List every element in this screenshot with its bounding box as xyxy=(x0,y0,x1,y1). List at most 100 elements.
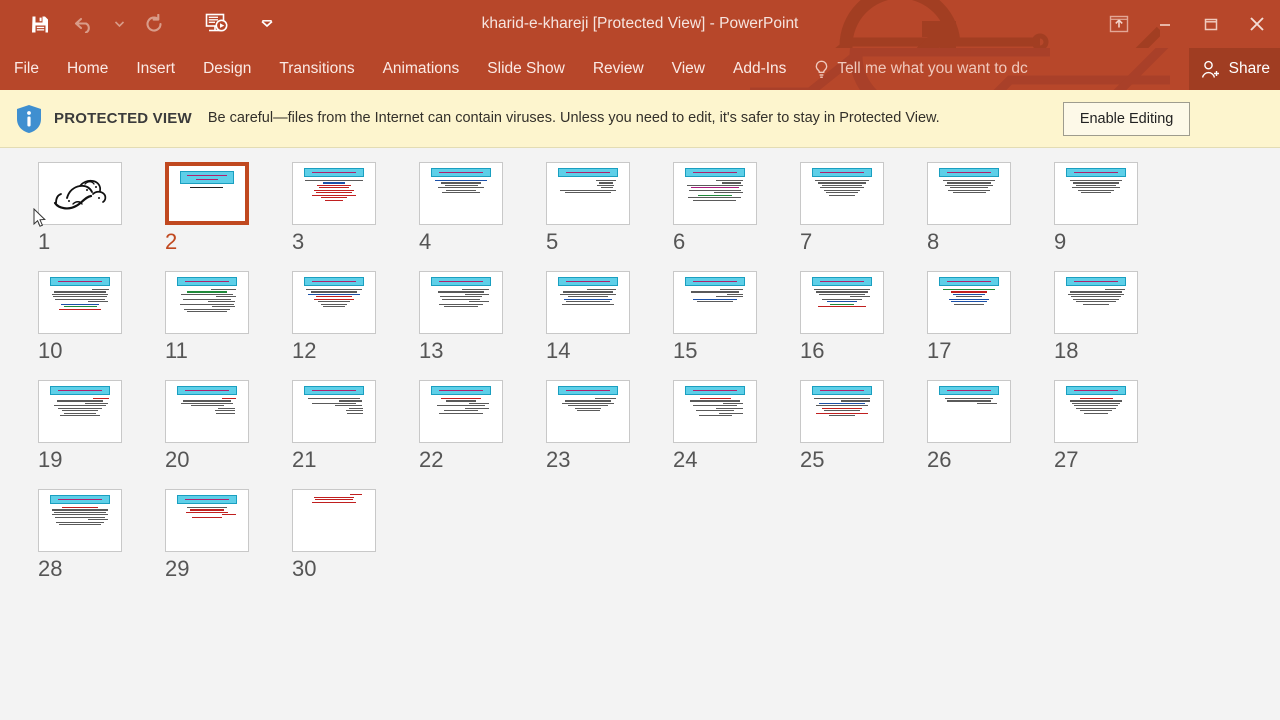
tab-add-ins[interactable]: Add-Ins xyxy=(719,48,800,90)
slide-number-label: 21 xyxy=(292,447,317,472)
slide-thumbnail-cell[interactable]: 3 xyxy=(276,162,403,253)
start-slideshow-button[interactable] xyxy=(194,7,238,41)
slide-thumbnail-cell[interactable]: 11 xyxy=(149,271,276,362)
slide-thumbnail-28[interactable] xyxy=(38,489,122,552)
slide-thumbnail-cell[interactable]: 16 xyxy=(784,271,911,362)
slide-thumbnail-6[interactable] xyxy=(673,162,757,225)
slide-thumbnail-4[interactable] xyxy=(419,162,503,225)
slide-thumbnail-cell[interactable]: 22 xyxy=(403,380,530,471)
slide-thumbnail-8[interactable] xyxy=(927,162,1011,225)
slide-thumbnail-10[interactable] xyxy=(38,271,122,334)
slide-thumbnail-cell[interactable]: 18 xyxy=(1038,271,1165,362)
slide-thumbnail-3[interactable] xyxy=(292,162,376,225)
slide-thumbnail-cell[interactable]: 29 xyxy=(149,489,276,580)
slide-thumbnail-cell[interactable]: 2 xyxy=(149,162,276,253)
slide-thumbnail-cell[interactable]: 13 xyxy=(403,271,530,362)
slide-thumbnail-30[interactable] xyxy=(292,489,376,552)
slide-thumbnail-cell[interactable]: 19 xyxy=(22,380,149,471)
slide-thumbnail-cell[interactable]: 6 xyxy=(657,162,784,253)
slide-number-label: 10 xyxy=(38,338,63,363)
slide-thumbnail-27[interactable] xyxy=(1054,380,1138,443)
slide-thumbnail-cell[interactable]: 14 xyxy=(530,271,657,362)
close-button[interactable] xyxy=(1234,0,1280,48)
slide-thumbnail-11[interactable] xyxy=(165,271,249,334)
slide-preview xyxy=(800,271,884,334)
slide-thumbnail-5[interactable] xyxy=(546,162,630,225)
tab-slide-show[interactable]: Slide Show xyxy=(473,48,579,90)
slide-thumbnail-cell[interactable]: 21 xyxy=(276,380,403,471)
slide-text-line xyxy=(210,289,237,291)
slide-thumbnail-cell[interactable]: 24 xyxy=(657,380,784,471)
slide-thumbnail-20[interactable] xyxy=(165,380,249,443)
slide-thumbnail-13[interactable] xyxy=(419,271,503,334)
slide-thumbnail-cell[interactable]: 1 xyxy=(22,162,149,253)
slide-thumbnail-1[interactable] xyxy=(38,162,122,225)
tell-me-search[interactable]: Tell me what you want to dc xyxy=(800,48,1037,90)
slide-text-line xyxy=(817,306,867,308)
tab-transitions[interactable]: Transitions xyxy=(265,48,368,90)
slide-text-line xyxy=(713,192,743,194)
slide-thumbnail-21[interactable] xyxy=(292,380,376,443)
slide-preview xyxy=(292,162,376,225)
undo-dropdown[interactable] xyxy=(106,7,132,41)
slide-thumbnail-19[interactable] xyxy=(38,380,122,443)
slide-thumbnail-14[interactable] xyxy=(546,271,630,334)
save-button[interactable] xyxy=(18,7,62,41)
tab-insert[interactable]: Insert xyxy=(122,48,189,90)
slide-thumbnail-18[interactable] xyxy=(1054,271,1138,334)
slide-text-line xyxy=(1080,410,1112,412)
tab-view[interactable]: View xyxy=(658,48,719,90)
slide-thumbnail-cell[interactable]: 20 xyxy=(149,380,276,471)
slide-thumbnail-23[interactable] xyxy=(546,380,630,443)
ribbon-display-options-button[interactable] xyxy=(1096,0,1142,48)
slide-thumbnail-cell[interactable]: 28 xyxy=(22,489,149,580)
slide-thumbnail-cell[interactable]: 4 xyxy=(403,162,530,253)
slide-thumbnail-29[interactable] xyxy=(165,489,249,552)
slide-thumbnail-cell[interactable]: 17 xyxy=(911,271,1038,362)
tab-review[interactable]: Review xyxy=(579,48,658,90)
slide-thumbnail-cell[interactable]: 25 xyxy=(784,380,911,471)
slide-body-placeholder xyxy=(170,398,244,414)
enable-editing-button[interactable]: Enable Editing xyxy=(1062,101,1191,136)
slide-thumbnail-cell[interactable]: 12 xyxy=(276,271,403,362)
tab-home[interactable]: Home xyxy=(53,48,122,90)
slide-thumbnail-15[interactable] xyxy=(673,271,757,334)
customize-qat-button[interactable] xyxy=(254,7,280,41)
slide-thumbnail-cell[interactable]: 27 xyxy=(1038,380,1165,471)
share-button[interactable]: Share xyxy=(1188,48,1280,90)
slide-thumbnail-16[interactable] xyxy=(800,271,884,334)
minimize-button[interactable] xyxy=(1142,0,1188,48)
tab-file[interactable]: File xyxy=(0,48,53,90)
slide-thumbnail-cell[interactable]: 9 xyxy=(1038,162,1165,253)
slide-thumbnail-cell[interactable]: 10 xyxy=(22,271,149,362)
tab-animations[interactable]: Animations xyxy=(369,48,474,90)
slide-thumbnail-26[interactable] xyxy=(927,380,1011,443)
slide-thumbnail-cell[interactable]: 30 xyxy=(276,489,403,580)
slide-thumbnail-cell[interactable]: 26 xyxy=(911,380,1038,471)
undo-button[interactable] xyxy=(62,7,106,41)
slide-thumbnail-cell[interactable]: 8 xyxy=(911,162,1038,253)
slide-thumbnail-cell[interactable]: 7 xyxy=(784,162,911,253)
tab-home-label: Home xyxy=(66,60,109,77)
slide-thumbnail-2[interactable] xyxy=(165,162,249,225)
ribbon-tab-bar: File Home Insert Design Transitions Anim… xyxy=(0,48,1280,90)
slide-text-line xyxy=(60,415,100,417)
slide-text-line xyxy=(87,301,108,303)
redo-button[interactable] xyxy=(132,7,176,41)
slide-thumbnail-25[interactable] xyxy=(800,380,884,443)
slide-text-line xyxy=(722,402,743,404)
slide-text-line xyxy=(949,298,989,300)
slide-thumbnail-9[interactable] xyxy=(1054,162,1138,225)
slide-thumbnail-cell[interactable]: 5 xyxy=(530,162,657,253)
slide-thumbnail-24[interactable] xyxy=(673,380,757,443)
slide-thumbnail-cell[interactable]: 15 xyxy=(657,271,784,362)
restore-button[interactable] xyxy=(1188,0,1234,48)
slide-thumbnail-22[interactable] xyxy=(419,380,503,443)
slide-text-line xyxy=(601,187,614,189)
tab-design[interactable]: Design xyxy=(189,48,265,90)
slide-body-placeholder xyxy=(1059,398,1133,414)
slide-thumbnail-17[interactable] xyxy=(927,271,1011,334)
slide-thumbnail-7[interactable] xyxy=(800,162,884,225)
slide-thumbnail-cell[interactable]: 23 xyxy=(530,380,657,471)
slide-thumbnail-12[interactable] xyxy=(292,271,376,334)
